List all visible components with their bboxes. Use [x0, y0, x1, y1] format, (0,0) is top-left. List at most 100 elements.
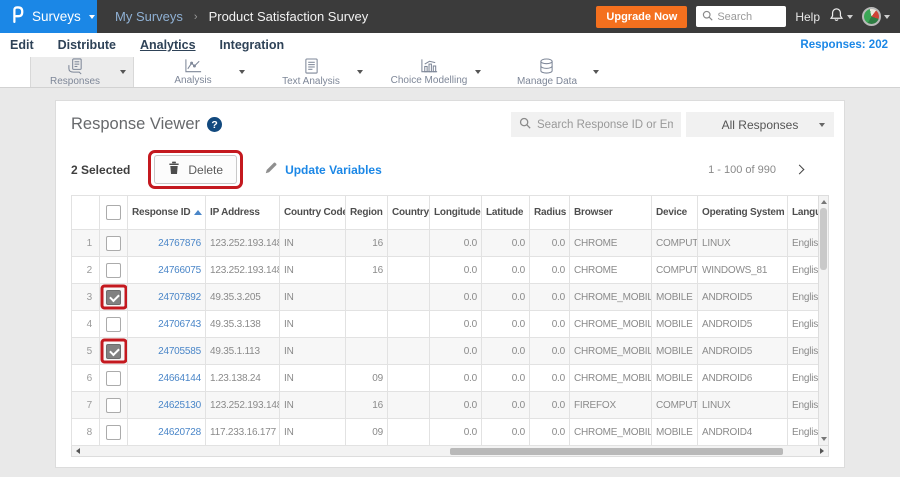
notifications-menu[interactable] — [829, 7, 853, 27]
responses-filter-dropdown[interactable]: All Responses — [686, 112, 834, 137]
product-switcher[interactable]: Surveys — [0, 0, 97, 33]
column-header-response-id[interactable]: Response ID — [127, 195, 206, 230]
account-menu[interactable] — [862, 7, 890, 26]
cell-region: 16 — [345, 256, 388, 284]
cell-longitude: 0.0 — [429, 337, 482, 365]
cell-latitude: 0.0 — [481, 391, 530, 419]
tab-responses[interactable]: Responses — [30, 57, 134, 87]
column-header-radius[interactable]: Radius — [529, 195, 570, 230]
table-row: 2 24766075 123.252.193.148 IN 16 0.0 0.0 0.0 CHR… — [71, 256, 829, 284]
scroll-down-arrow-icon[interactable] — [819, 433, 828, 445]
cell-ip_address: 123.252.193.148 — [205, 256, 280, 284]
row-checkbox[interactable] — [106, 397, 121, 413]
nav-item-integration[interactable]: Integration — [220, 38, 285, 52]
row-select-cell — [99, 391, 128, 419]
tab-text-analysis[interactable]: Text Analysis — [266, 57, 370, 87]
cell-radius: 0.0 — [529, 418, 570, 446]
row-checkbox[interactable] — [106, 289, 121, 305]
chevron-down-icon[interactable] — [475, 70, 481, 74]
cell-operating_system: ANDROID5 — [697, 310, 788, 338]
tab-analysis[interactable]: Analysis — [148, 57, 252, 87]
responses-counter[interactable]: Responses: 202 — [800, 39, 890, 51]
chevron-down-icon[interactable] — [593, 70, 599, 74]
row-checkbox[interactable] — [106, 343, 121, 359]
row-select-cell — [99, 337, 128, 365]
nav-item-distribute[interactable]: Distribute — [58, 38, 116, 52]
chevron-down-icon[interactable] — [239, 70, 245, 74]
global-search — [696, 6, 787, 27]
cell-operating_system: ANDROID5 — [697, 337, 788, 365]
cell-region: 09 — [345, 364, 388, 392]
chevron-down-icon[interactable] — [120, 70, 126, 74]
cell-country — [387, 283, 430, 311]
chevron-down-icon[interactable] — [357, 70, 363, 74]
select-all-checkbox[interactable] — [106, 205, 121, 220]
response-id-link[interactable]: 24707892 — [158, 292, 201, 303]
breadcrumb: My Surveys › Product Satisfaction Survey — [115, 9, 368, 24]
breadcrumb-my-surveys[interactable]: My Surveys — [115, 9, 183, 24]
response-id-link[interactable]: 24706743 — [158, 319, 201, 330]
response-search-input[interactable] — [537, 118, 673, 131]
vertical-scrollbar-thumb[interactable] — [820, 208, 827, 270]
cell-longitude: 0.0 — [429, 310, 482, 338]
table-row: 8 24620728 117.233.16.177 IN 09 0.0 0.0 0.0 CHRO… — [71, 418, 829, 446]
horizontal-scrollbar[interactable] — [71, 446, 829, 457]
cell-device: MOBILE — [651, 337, 698, 365]
cell-device: COMPUTER — [651, 229, 698, 257]
help-link[interactable]: Help — [795, 10, 820, 24]
cell-longitude: 0.0 — [429, 391, 482, 419]
column-header-region[interactable]: Region — [345, 195, 388, 230]
cell-browser: CHROME_MOBILE — [569, 310, 652, 338]
row-checkbox[interactable] — [106, 424, 121, 440]
delete-button[interactable]: Delete — [154, 155, 238, 184]
response-id-link[interactable]: 24766075 — [158, 265, 201, 276]
column-header-latitude[interactable]: Latitude — [481, 195, 530, 230]
cell-longitude: 0.0 — [429, 256, 482, 284]
cell-device: MOBILE — [651, 364, 698, 392]
response-id-link[interactable]: 24625130 — [158, 400, 201, 411]
product-switcher-label: Surveys — [32, 9, 81, 24]
column-header-browser[interactable]: Browser — [569, 195, 652, 230]
column-header-country[interactable]: Country — [387, 195, 430, 230]
next-page-icon[interactable] — [794, 164, 805, 175]
cell-latitude: 0.0 — [481, 337, 530, 365]
update-variables-button[interactable]: Update Variables — [265, 161, 382, 179]
nav-item-edit[interactable]: Edit — [10, 38, 34, 52]
cell-browser: FIREFOX — [569, 391, 652, 419]
column-header-country-code[interactable]: Country Code — [279, 195, 346, 230]
cell-response_id: 24620728 — [127, 418, 206, 446]
cell-latitude: 0.0 — [481, 364, 530, 392]
response-id-link[interactable]: 24620728 — [158, 427, 201, 438]
vertical-scrollbar[interactable] — [818, 195, 829, 446]
upgrade-now-button[interactable]: Upgrade Now — [596, 5, 688, 28]
help-question-icon[interactable]: ? — [207, 117, 223, 132]
row-number: 6 — [71, 364, 100, 392]
row-checkbox[interactable] — [106, 235, 121, 251]
nav-item-analytics[interactable]: Analytics — [140, 38, 196, 52]
responses-icon — [66, 57, 85, 75]
response-id-link[interactable]: 24705585 — [158, 346, 201, 357]
cell-country_code: IN — [279, 229, 346, 257]
global-search-input[interactable] — [717, 10, 780, 23]
delete-button-label: Delete — [188, 162, 224, 177]
response-id-link[interactable]: 24767876 — [158, 238, 201, 249]
scroll-left-arrow-icon[interactable] — [76, 448, 80, 454]
scroll-up-arrow-icon[interactable] — [819, 196, 828, 208]
column-header-ip-address[interactable]: IP Address — [205, 195, 280, 230]
cell-country_code: IN — [279, 310, 346, 338]
horizontal-scrollbar-thumb[interactable] — [450, 447, 783, 455]
cell-response_id: 24706743 — [127, 310, 206, 338]
tab-manage-data[interactable]: Manage Data — [502, 57, 606, 87]
row-checkbox[interactable] — [106, 370, 121, 386]
column-header-operating-system[interactable]: Operating System — [697, 195, 788, 230]
response-id-link[interactable]: 24664144 — [158, 373, 201, 384]
page-range: 1 - 100 of 990 — [708, 163, 776, 176]
responses-table: Response ID IP Address Country Code Region C… — [71, 195, 829, 446]
column-header-device[interactable]: Device — [651, 195, 698, 230]
tab-choice-modelling[interactable]: Choice Modelling — [384, 57, 488, 87]
scroll-right-arrow-icon[interactable] — [820, 448, 824, 454]
row-checkbox[interactable] — [106, 262, 121, 278]
column-header-longitude[interactable]: Longitude — [429, 195, 482, 230]
row-checkbox[interactable] — [106, 316, 121, 332]
cell-country — [387, 310, 430, 338]
